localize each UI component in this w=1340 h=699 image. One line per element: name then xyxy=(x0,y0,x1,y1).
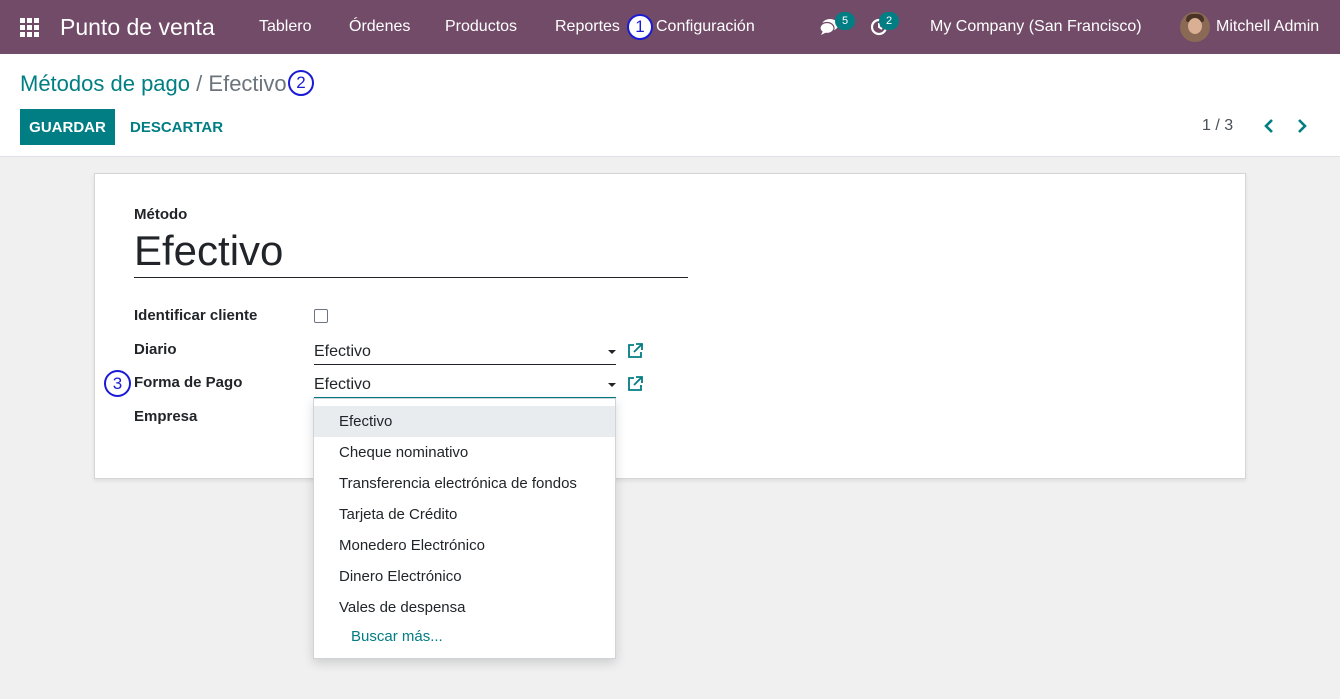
menu-tablero[interactable]: Tablero xyxy=(259,0,311,54)
save-button[interactable]: GUARDAR xyxy=(20,109,115,145)
external-link-icon[interactable] xyxy=(627,375,645,393)
company-label: Empresa xyxy=(134,408,198,425)
activity-count-badge: 2 xyxy=(879,12,899,30)
apps-grid-icon[interactable] xyxy=(20,0,42,54)
step-callout-1: 1 xyxy=(627,14,653,40)
dropdown-option[interactable]: Monedero Electrónico xyxy=(314,530,615,561)
breadcrumb-parent-link[interactable]: Métodos de pago xyxy=(20,71,190,96)
form-sheet: Método Efectivo Identificar cliente Diar… xyxy=(94,173,1246,479)
dropdown-option[interactable]: Cheque nominativo xyxy=(314,437,615,468)
breadcrumb-separator: / xyxy=(196,71,203,96)
breadcrumb: Métodos de pago / Efectivo xyxy=(20,71,287,97)
method-name-input[interactable]: Efectivo xyxy=(134,226,688,278)
chevron-right-icon[interactable] xyxy=(1293,116,1311,136)
menu-ordenes[interactable]: Órdenes xyxy=(349,0,410,54)
payment-form-label: Forma de Pago xyxy=(134,374,243,391)
dropdown-option[interactable]: Vales de despensa xyxy=(314,592,615,623)
dropdown-option[interactable]: Efectivo xyxy=(314,406,615,437)
identify-customer-checkbox[interactable] xyxy=(314,309,328,323)
dropdown-option[interactable]: Transferencia electrónica de fondos xyxy=(314,468,615,499)
avatar[interactable] xyxy=(1180,12,1210,42)
company-switcher[interactable]: My Company (San Francisco) xyxy=(930,0,1142,54)
control-panel: Métodos de pago / Efectivo 2 GUARDAR DES… xyxy=(0,54,1340,157)
chevron-left-icon[interactable] xyxy=(1260,116,1278,136)
step-callout-3: 3 xyxy=(104,370,131,397)
menu-productos[interactable]: Productos xyxy=(445,0,517,54)
payment-form-select[interactable]: Efectivo xyxy=(314,373,616,398)
dropdown-caret-icon[interactable] xyxy=(608,350,616,354)
payment-form-value: Efectivo xyxy=(314,376,371,393)
step-callout-2: 2 xyxy=(288,70,314,96)
breadcrumb-current: Efectivo xyxy=(208,71,287,96)
top-navbar: Punto de venta Tablero Órdenes Productos… xyxy=(0,0,1340,54)
user-menu[interactable]: Mitchell Admin xyxy=(1216,0,1319,54)
dropdown-caret-icon[interactable] xyxy=(608,383,616,387)
discard-button[interactable]: DESCARTAR xyxy=(130,109,223,145)
menu-reportes[interactable]: Reportes xyxy=(555,0,620,54)
journal-value: Efectivo xyxy=(314,343,371,360)
journal-select[interactable]: Efectivo xyxy=(314,340,616,365)
dropdown-option[interactable]: Tarjeta de Crédito xyxy=(314,499,615,530)
method-name-label: Método xyxy=(134,206,188,223)
search-more-link[interactable]: Buscar más... xyxy=(314,623,615,654)
menu-configuracion[interactable]: Configuración xyxy=(656,0,755,54)
chat-count-badge: 5 xyxy=(835,12,855,30)
external-link-icon[interactable] xyxy=(627,342,645,360)
dropdown-option[interactable]: Dinero Electrónico xyxy=(314,561,615,592)
journal-label: Diario xyxy=(134,341,177,358)
payment-form-dropdown: Efectivo Cheque nominativo Transferencia… xyxy=(313,398,616,659)
app-title[interactable]: Punto de venta xyxy=(60,0,215,54)
pager-value[interactable]: 1 / 3 xyxy=(1202,117,1233,135)
identify-customer-label: Identificar cliente xyxy=(134,307,258,324)
